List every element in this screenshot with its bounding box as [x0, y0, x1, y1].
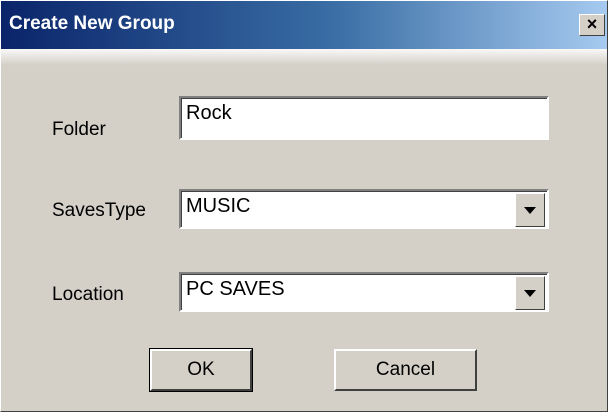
ok-button[interactable]: OK: [149, 348, 253, 392]
close-icon: ×: [586, 14, 598, 34]
window-title: Create New Group: [9, 13, 175, 34]
title-bar[interactable]: Create New Group ×: [1, 1, 607, 49]
saves-type-dropdown-button[interactable]: [515, 193, 545, 227]
chevron-down-icon: [524, 207, 536, 214]
folder-input[interactable]: Rock: [179, 96, 549, 140]
cancel-button[interactable]: Cancel: [334, 349, 477, 391]
saves-type-select[interactable]: MUSIC: [179, 189, 549, 229]
close-button[interactable]: ×: [579, 14, 605, 36]
saves-type-label: SavesType: [52, 200, 146, 221]
location-value: PC SAVES: [186, 278, 285, 300]
location-label: Location: [52, 284, 124, 305]
location-select[interactable]: PC SAVES: [179, 272, 549, 312]
folder-label: Folder: [52, 119, 106, 140]
chevron-down-icon: [524, 290, 536, 297]
location-dropdown-button[interactable]: [515, 276, 545, 310]
saves-type-value: MUSIC: [186, 195, 251, 217]
create-new-group-dialog: Create New Group × Folder Rock SavesType…: [0, 0, 608, 412]
title-fade: [1, 49, 607, 65]
folder-input-value: Rock: [186, 102, 232, 124]
